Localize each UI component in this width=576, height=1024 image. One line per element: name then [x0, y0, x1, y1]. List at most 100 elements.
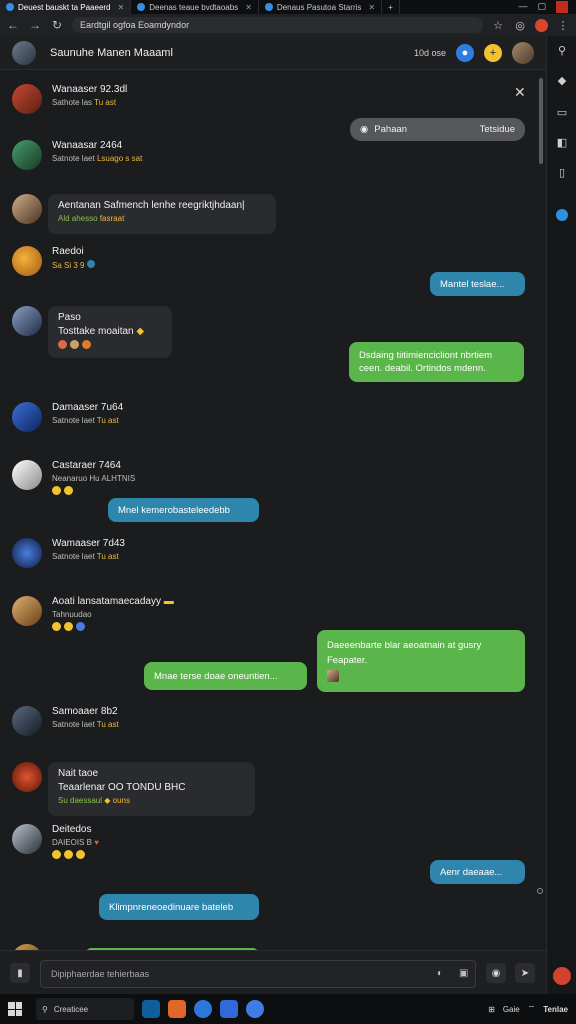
outgoing-bubble[interactable]: Daeeenbarte blar aeoatnain at gusry Feap…: [317, 630, 525, 692]
camera-button[interactable]: ◉: [486, 963, 506, 983]
tab-close-icon[interactable]: ✕: [245, 3, 252, 12]
avatar[interactable]: [12, 246, 42, 276]
message-input[interactable]: Dipiphaerdae tehierbaas ◐ ▣: [40, 960, 476, 988]
avatar[interactable]: [12, 762, 42, 792]
add-icon[interactable]: +: [484, 43, 502, 62]
reaction-icon[interactable]: [76, 622, 85, 631]
reaction-icon[interactable]: [52, 622, 61, 631]
minimize-icon[interactable]: —: [518, 1, 527, 13]
taskbar-apps: [142, 1000, 264, 1018]
tab-favicon-icon: [137, 3, 146, 11]
reactions: [58, 340, 162, 349]
taskbar-app-icon[interactable]: [194, 1000, 212, 1018]
window-close-button[interactable]: [556, 1, 568, 13]
taskbar-app-icon[interactable]: [220, 1000, 238, 1018]
self-avatar[interactable]: [553, 967, 571, 985]
message-meta: Satnote laet Tu ast: [52, 416, 119, 425]
emoji-picker-icon[interactable]: ◐: [437, 968, 443, 979]
new-tab-button[interactable]: +: [382, 0, 400, 14]
reaction-icon[interactable]: [58, 340, 67, 349]
reaction-icon[interactable]: [52, 850, 61, 859]
network-icon[interactable]: ⊞: [488, 1005, 495, 1014]
sender-name: Aoati lansatamaecadayy ▬: [52, 596, 174, 607]
taskbar-search[interactable]: ⚲ Creaticee: [36, 998, 134, 1020]
avatar[interactable]: [12, 402, 42, 432]
sidebar-notification-icon[interactable]: [556, 209, 568, 221]
list-item: Paso Tosttake moaitan ◆: [12, 306, 172, 358]
list-item: Aoati lansatamaecadayy ▬ Tahnuudao: [12, 596, 174, 631]
reaction-icon[interactable]: [64, 486, 73, 495]
reaction-icon[interactable]: [64, 622, 73, 631]
browser-tab-2[interactable]: Deenas teaue bvdtaoabs ✕: [131, 0, 259, 14]
reaction-icon[interactable]: [76, 850, 85, 859]
taskbar-app-icon[interactable]: [168, 1000, 186, 1018]
sidebar-search-icon[interactable]: ⚲: [554, 42, 570, 58]
browser-tab-strip: Deuest bauskt ta Paaeerd ✕ Deenas teaue …: [0, 0, 576, 14]
user-avatar[interactable]: [512, 41, 534, 64]
outgoing-bubble[interactable]: Mantel teslae...: [430, 272, 525, 296]
avatar[interactable]: [12, 460, 42, 490]
extensions-icon[interactable]: ◎: [513, 19, 527, 32]
list-item: Nait taoe Teaarlenar OO TONDU BHC Su dae…: [12, 762, 255, 816]
reaction-icon[interactable]: [52, 486, 61, 495]
avatar[interactable]: [12, 84, 42, 114]
avatar[interactable]: [12, 306, 42, 336]
sender-name: Deitedos: [52, 824, 92, 835]
maximize-icon[interactable]: ▢: [537, 1, 546, 13]
taskbar-app-icon[interactable]: [246, 1000, 264, 1018]
taskbar-app-icon[interactable]: [142, 1000, 160, 1018]
address-bar[interactable]: Eardtgil ogfoa Eoamdyndor: [72, 17, 483, 33]
sidebar-mail-icon[interactable]: ▭: [554, 104, 570, 120]
sender-name: Castaraer 7464: [52, 460, 121, 471]
reaction-icon[interactable]: [64, 850, 73, 859]
avatar[interactable]: [12, 538, 42, 568]
reaction-icon[interactable]: [82, 340, 91, 349]
back-icon[interactable]: ←: [6, 18, 20, 32]
avatar[interactable]: [12, 140, 42, 170]
sidebar-doc-icon[interactable]: ▯: [554, 164, 570, 180]
send-button[interactable]: ➤: [515, 963, 535, 983]
menu-kebab-icon[interactable]: ⋮: [556, 19, 570, 32]
wifi-icon[interactable]: ⌔: [528, 1004, 536, 1014]
info-icon[interactable]: ●: [456, 43, 474, 62]
status-pill[interactable]: ◉ Pahaan Tetsidue: [350, 118, 525, 141]
avatar[interactable]: [12, 596, 42, 626]
reload-icon[interactable]: ↻: [50, 18, 64, 32]
browser-tab-3[interactable]: Denaus Pasutoa Starris ✕: [259, 0, 383, 14]
reaction-icon[interactable]: [86, 260, 95, 268]
sender-name: Paso: [58, 312, 81, 323]
channel-avatar[interactable]: [12, 40, 36, 65]
forward-icon[interactable]: →: [28, 18, 42, 32]
start-icon[interactable]: [8, 1002, 22, 1016]
outgoing-bubble[interactable]: Klimpnreneoedinuare bateleb: [99, 894, 259, 920]
outgoing-bubble[interactable]: Aenr daeaae...: [430, 860, 525, 884]
chat-header: Saunuhe Manen Maaaml 10d ose ● +: [0, 36, 546, 70]
outgoing-bubble[interactable]: Mnae terse doae oneuntien...: [144, 662, 307, 690]
close-icon[interactable]: ✕: [514, 84, 526, 101]
outgoing-bubble[interactable]: Dsdaing tiitimiencicliont nbrtiem ceen. …: [349, 342, 524, 382]
sidebar-chat-icon[interactable]: ◧: [554, 134, 570, 150]
status-pill-value: Tetsidue: [479, 124, 515, 135]
tab-close-icon[interactable]: ✕: [368, 3, 375, 12]
message-card: Paso Tosttake moaitan ◆: [48, 306, 172, 358]
message-meta: Ald ahesso fasraat: [58, 214, 125, 223]
avatar[interactable]: [12, 194, 42, 224]
gif-icon[interactable]: ▣: [459, 968, 468, 979]
profile-icon[interactable]: [535, 18, 548, 32]
avatar[interactable]: [12, 706, 42, 736]
tab-close-icon[interactable]: ✕: [118, 3, 125, 12]
attach-icon[interactable]: ▮: [10, 963, 30, 983]
browser-tab-1[interactable]: Deuest bauskt ta Paaeerd ✕: [0, 0, 132, 14]
bookmark-star-icon[interactable]: ☆: [491, 19, 505, 32]
reaction-icon[interactable]: [70, 340, 79, 349]
outgoing-bubble[interactable]: Mnel kemerobasteleedebb: [108, 498, 259, 522]
scrollbar-thumb[interactable]: [539, 78, 543, 164]
list-item: Castaraer 7464 Neanaruo Hu ALHTNIS: [12, 460, 135, 495]
avatar[interactable]: [12, 824, 42, 854]
sidebar-tag-icon[interactable]: ◆: [554, 72, 570, 88]
message-card: Nait taoe Teaarlenar OO TONDU BHC Su dae…: [48, 762, 255, 816]
message-meta: Sathote las Tu ast: [52, 98, 117, 107]
search-icon: ⚲: [42, 1004, 48, 1014]
scrollbar-track[interactable]: [538, 72, 544, 892]
window-controls: — ▢: [518, 1, 576, 13]
